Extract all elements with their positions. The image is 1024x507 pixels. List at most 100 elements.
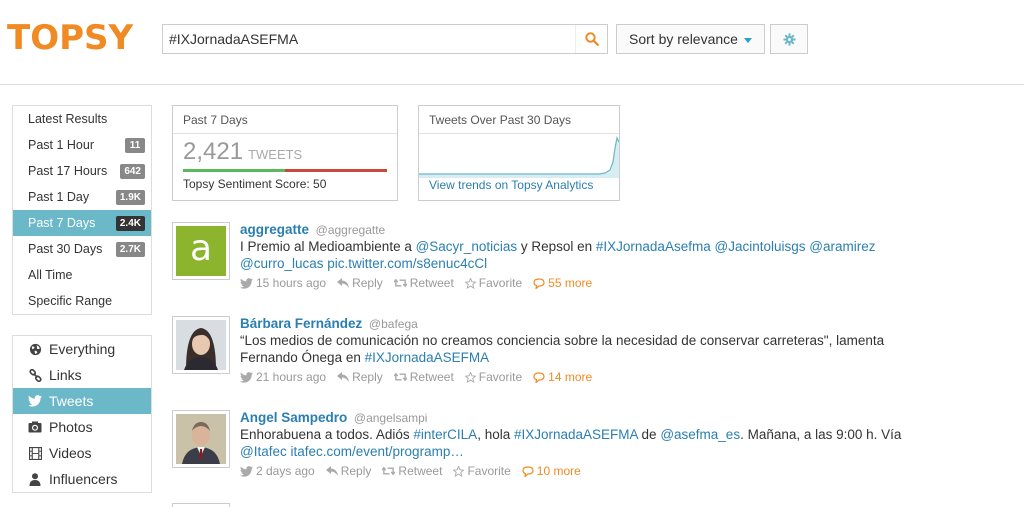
favorite-button[interactable]: Favorite xyxy=(453,464,511,478)
search-icon xyxy=(584,32,599,46)
hashtag-link[interactable]: #interCILA xyxy=(413,427,477,442)
tweet-text-segment: y Repsol en xyxy=(517,239,596,254)
time-filter-past-1-day[interactable]: Past 1 Day 1.9K xyxy=(13,184,151,210)
mention-link[interactable]: @curro_lucas xyxy=(240,256,324,271)
reply-button[interactable]: Reply xyxy=(337,370,383,384)
time-filter-past-7-days[interactable]: Past 7 Days 2.4K xyxy=(13,210,151,236)
reply-button[interactable]: Reply xyxy=(325,464,372,478)
count-badge: 2.4K xyxy=(115,215,145,231)
time-filter-label: Past 1 Hour xyxy=(28,138,95,152)
stats-period: Past 7 Days xyxy=(173,106,397,134)
tweet-time-label: 15 hours ago xyxy=(256,276,327,290)
tweet-actions: 15 hours ago Reply Retweet Favorite 55 m… xyxy=(240,276,1000,290)
time-filter-all-time[interactable]: All Time xyxy=(13,262,151,288)
tweet-author-name[interactable]: Bárbara Fernández xyxy=(240,316,362,331)
retweet-button[interactable]: Retweet xyxy=(393,370,454,384)
tweet-author-handle[interactable]: @angelsampi xyxy=(354,411,428,425)
camera-icon xyxy=(28,420,42,434)
mention-link[interactable]: @Itafec xyxy=(240,444,287,459)
count-badge: 11 xyxy=(125,137,145,153)
favorite-button[interactable]: Favorite xyxy=(464,276,522,290)
film-icon xyxy=(28,446,42,460)
profile-photo xyxy=(176,320,226,370)
hashtag-link[interactable]: #IXJornadaASEFMA xyxy=(514,427,638,442)
avatar[interactable]: a xyxy=(172,222,230,280)
search-button[interactable] xyxy=(575,25,607,53)
retweet-button[interactable]: Retweet xyxy=(393,276,454,290)
time-filter-label: Past 30 Days xyxy=(28,242,103,256)
type-filter-everything[interactable]: Everything xyxy=(13,336,151,362)
topsy-logo[interactable]: TOPSY xyxy=(7,18,133,58)
tweet-time-label: 21 hours ago xyxy=(256,370,327,384)
tweet-text-segment: Enhorabuena a todos. Adiós xyxy=(240,427,414,442)
tweet-count-unit: TWEETS xyxy=(248,147,303,162)
time-filter-past-17-hours[interactable]: Past 17 Hours 642 xyxy=(13,158,151,184)
reply-label: Reply xyxy=(352,276,383,290)
more-tweets-link[interactable]: 55 more xyxy=(533,276,592,290)
tweet-time[interactable]: 15 hours ago xyxy=(240,276,326,290)
avatar[interactable] xyxy=(172,410,230,468)
hashtag-link[interactable]: #IXJornadaASEFMA xyxy=(365,350,490,365)
analytics-link[interactable]: View trends on Topsy Analytics xyxy=(429,178,593,192)
time-filter-label: Specific Range xyxy=(28,294,113,308)
time-filter-specific-range[interactable]: Specific Range xyxy=(13,288,151,314)
sentiment-bar xyxy=(183,169,387,172)
mention-link[interactable]: @Jacintoluisgs xyxy=(714,239,805,254)
hashtag-link[interactable]: #IXJornadaAsefma xyxy=(596,239,711,254)
favorite-button[interactable]: Favorite xyxy=(464,370,522,384)
type-filter-label: Videos xyxy=(49,445,92,461)
sort-label: Sort by relevance xyxy=(629,31,738,47)
reply-label: Reply xyxy=(352,370,383,384)
retweet-label: Retweet xyxy=(409,276,454,290)
type-filter-influencers[interactable]: Influencers xyxy=(13,466,151,492)
more-tweets-link[interactable]: 14 more xyxy=(533,370,592,384)
reply-icon xyxy=(337,372,350,382)
mention-link[interactable]: @asefma_es xyxy=(660,427,740,442)
external-link[interactable]: itafec.com/event/programp… xyxy=(291,444,464,459)
mention-link[interactable]: @aramirez xyxy=(809,239,875,254)
more-label: 55 more xyxy=(548,276,593,290)
more-tweets-link[interactable]: 10 more xyxy=(522,464,581,478)
tweet-text-segment: “Los medios de comunicación no creamos c… xyxy=(240,333,885,365)
more-label: 10 more xyxy=(536,464,581,478)
tweet-time-label: 2 days ago xyxy=(256,464,315,478)
avatar[interactable] xyxy=(172,503,230,507)
type-filter-photos[interactable]: Photos xyxy=(13,414,151,440)
retweet-button[interactable]: Retweet xyxy=(382,464,442,478)
time-filter-past-30-days[interactable]: Past 30 Days 2.7K xyxy=(13,236,151,262)
retweet-label: Retweet xyxy=(398,464,443,478)
search-box xyxy=(162,24,608,54)
count-badge: 2.7K xyxy=(115,241,145,257)
tweet-count: 2,421 xyxy=(183,138,244,165)
tweet-author-handle[interactable]: @aggregatte xyxy=(316,223,386,237)
tweet-text-segment: . Mañana, a las 9:00 h. Vía xyxy=(740,427,902,442)
mention-link[interactable]: @Sacyr_noticias xyxy=(416,239,518,254)
tweet-text: Enhorabuena a todos. Adiós #interCILA, h… xyxy=(240,426,1000,460)
photo-link[interactable]: pic.twitter.com/s8enuc4cCl xyxy=(327,256,487,271)
tweet-author-name[interactable]: aggregatte xyxy=(240,222,309,237)
avatar[interactable] xyxy=(172,316,230,374)
reply-button[interactable]: Reply xyxy=(337,276,383,290)
sort-dropdown[interactable]: Sort by relevance xyxy=(616,24,765,54)
tweet-time[interactable]: 21 hours ago xyxy=(240,370,326,384)
settings-button[interactable] xyxy=(770,24,808,54)
tweet-author-name[interactable]: Angel Sampedro xyxy=(240,410,347,425)
globe-icon xyxy=(28,342,42,356)
tweet-time[interactable]: 2 days ago xyxy=(240,464,315,478)
type-filter-panel: Everything Links Tweets Photos Videos In… xyxy=(12,335,152,493)
caret-down-icon xyxy=(743,37,752,43)
type-filter-videos[interactable]: Videos xyxy=(13,440,151,466)
type-filter-label: Everything xyxy=(49,341,116,357)
time-filter-label: Past 17 Hours xyxy=(28,164,108,178)
type-filter-links[interactable]: Links xyxy=(13,362,151,388)
type-filter-tweets[interactable]: Tweets xyxy=(13,388,151,414)
tweet-text-segment: , hola xyxy=(477,427,514,442)
header: TOPSY Sort by relevance xyxy=(0,0,1024,85)
reply-label: Reply xyxy=(340,464,372,478)
tweet-author-handle[interactable]: @bafega xyxy=(369,317,418,331)
time-filter-label: Past 1 Day xyxy=(28,190,90,204)
search-input[interactable] xyxy=(163,25,563,53)
tweet-text: I Premio al Medioambiente a @Sacyr_notic… xyxy=(240,238,1000,272)
time-filter-past-1-hour[interactable]: Past 1 Hour 11 xyxy=(13,132,151,158)
time-filter-latest[interactable]: Latest Results xyxy=(13,106,151,132)
